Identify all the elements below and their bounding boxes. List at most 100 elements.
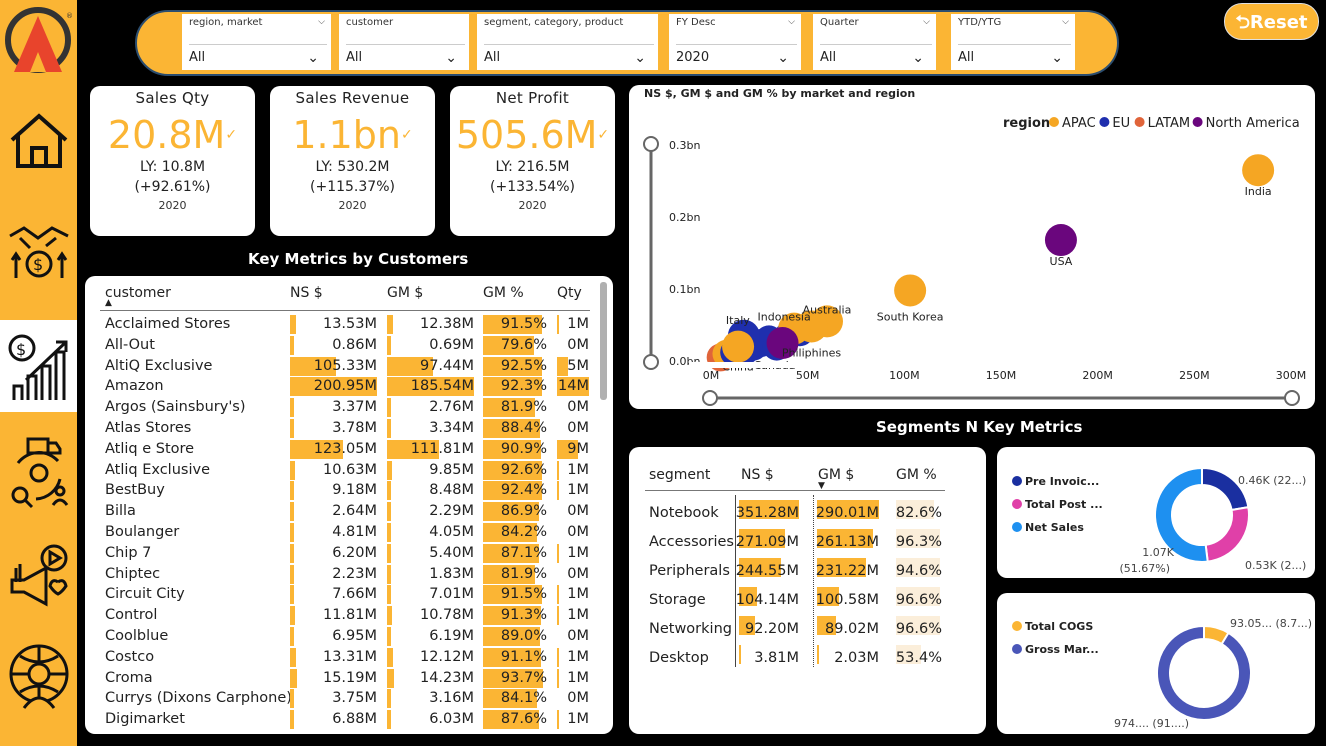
table-row[interactable]: Acclaimed Stores 13.53M 12.38M 91.5% 1M: [100, 314, 590, 335]
table-row[interactable]: Atliq e Store 123.05M 111.81M 90.9% 9M: [100, 439, 590, 460]
filter-quarter[interactable]: Quarter ⌵ All ⌄: [813, 14, 936, 70]
gm-cell: 185.54M: [387, 376, 474, 397]
filter-region-market[interactable]: region, market ⌵ All ⌄: [182, 14, 331, 70]
table-row[interactable]: Desktop 3.81M 2.03M 53.4%: [645, 640, 945, 668]
gm-bar: [387, 689, 391, 709]
filter-value[interactable]: All ⌄: [484, 44, 654, 70]
gmp-cell: 89.0%: [483, 626, 547, 646]
filter-value[interactable]: All ⌄: [958, 44, 1071, 70]
col-header-customer[interactable]: customer: [105, 285, 171, 305]
filter-value[interactable]: All ⌄: [189, 44, 327, 70]
filter-value[interactable]: All ⌄: [346, 44, 465, 70]
table-row[interactable]: Digimarket 6.88M 6.03M 87.6% 1M: [100, 709, 590, 730]
col-header-gmp[interactable]: GM %: [483, 285, 524, 305]
ns-cell: 3.37M: [290, 397, 377, 418]
gm-bar: [387, 606, 393, 626]
ns-cell: 351.28M: [736, 499, 799, 521]
nav-finance-icon[interactable]: $: [0, 205, 77, 297]
qty-cell: 0M: [557, 501, 589, 521]
gm-cell: 290.01M: [816, 499, 879, 521]
table-row[interactable]: Croma 15.19M 14.23M 93.7% 1M: [100, 668, 590, 689]
table-row[interactable]: Accessories 271.09M 261.13M 96.3%: [645, 524, 945, 552]
reset-button[interactable]: ⮌Reset: [1224, 3, 1319, 40]
filter-bar: region, market ⌵ All ⌄ customer All ⌄ segment…: [135, 10, 1119, 76]
nav-supply-chain-icon[interactable]: [0, 425, 77, 517]
segment-name: Storage: [649, 592, 706, 608]
table-row[interactable]: AltiQ Exclusive 105.33M 97.44M 92.5% 5M: [100, 356, 590, 377]
table-row[interactable]: Currys (Dixons Carphone) 3.75M 3.16M 84.1% 0…: [100, 688, 590, 709]
kpi-value: 1.1bn: [292, 113, 401, 157]
nav-sales-growth-icon[interactable]: $: [0, 320, 77, 412]
gm-cell: 14.23M: [387, 668, 474, 688]
gm-bar: [387, 481, 391, 501]
table-row[interactable]: Argos (Sainsbury's) 3.37M 2.76M 81.9% 0M: [100, 397, 590, 418]
table-row[interactable]: Notebook 351.28M 290.01M 82.6%: [645, 495, 945, 523]
nav-marketing-icon[interactable]: [0, 530, 77, 622]
x-tick-label: 300M: [1276, 369, 1307, 382]
table-row[interactable]: Atlas Stores 3.78M 3.34M 88.4% 0M: [100, 418, 590, 439]
col-header-segment[interactable]: segment: [649, 467, 710, 487]
table-row[interactable]: Coolblue 6.95M 6.19M 89.0% 0M: [100, 626, 590, 647]
col-header-gm[interactable]: GM $: [387, 285, 423, 305]
donut-slice: [1156, 624, 1252, 721]
table-row[interactable]: Boulanger 4.81M 4.05M 84.2% 0M: [100, 522, 590, 543]
gmp-cell: 92.5%: [483, 356, 547, 376]
ns-bar: [290, 481, 294, 501]
col-header-ns[interactable]: NS $: [290, 285, 323, 305]
kpi-last-year: LY: 216.5M: [495, 159, 570, 175]
filter-value[interactable]: All ⌄: [820, 44, 932, 70]
table-row[interactable]: BestBuy 9.18M 8.48M 92.4% 1M: [100, 480, 590, 501]
table-row[interactable]: Chip 7 6.20M 5.40M 87.1% 1M: [100, 543, 590, 564]
table-row[interactable]: All-Out 0.86M 0.69M 79.6% 0M: [100, 335, 590, 356]
table-row[interactable]: Circuit City 7.66M 7.01M 91.5% 1M: [100, 584, 590, 605]
gm-value: 7.01M: [429, 586, 474, 603]
ns-bar: [290, 647, 296, 667]
filter-label: segment, category, product: [484, 17, 624, 28]
table-row[interactable]: Control 11.81M 10.78M 91.3% 1M: [100, 605, 590, 626]
nav-home-icon[interactable]: [0, 95, 77, 187]
scrollbar[interactable]: [600, 282, 607, 400]
ns-value: 104.14M: [735, 592, 799, 608]
ns-cell: 13.31M: [290, 647, 377, 667]
table-row[interactable]: Atliq Exclusive 10.63M 9.85M 92.6% 1M: [100, 460, 590, 481]
filter-ytd-ytg[interactable]: YTD/YTG ⌵ All ⌄: [951, 14, 1075, 70]
customer-name: BestBuy: [105, 482, 165, 499]
filter-segment-category-product[interactable]: segment, category, product All ⌄: [477, 14, 658, 70]
qty-value: 1M: [567, 316, 589, 332]
qty-bar: [557, 460, 560, 480]
table-row[interactable]: Peripherals 244.55M 231.22M 94.6%: [645, 553, 945, 581]
qty-cell: 1M: [557, 647, 589, 667]
filter-fy-desc[interactable]: FY Desc ⌵ 2020 ⌄: [669, 14, 801, 70]
gm-cell: 3.16M: [387, 688, 474, 709]
gm-value: 1.83M: [429, 565, 474, 582]
gm-bar: [817, 645, 819, 664]
gmp-cell: 91.1%: [483, 647, 547, 667]
filter-customer[interactable]: customer All ⌄: [339, 14, 469, 70]
filter-label: FY Desc: [676, 17, 716, 28]
qty-cell: 0M: [557, 522, 589, 542]
col-header-ns[interactable]: NS $: [741, 467, 774, 487]
gm-bar: [387, 585, 391, 605]
col-header-qty[interactable]: Qty: [557, 285, 582, 305]
ns-cell: 3.75M: [290, 688, 377, 709]
col-header-gmp[interactable]: GM %: [896, 467, 937, 487]
gmp-value: 81.9%: [500, 399, 547, 416]
table-row[interactable]: Networking 92.20M 89.02M 96.6%: [645, 611, 945, 639]
gm-value: 100.58M: [815, 592, 879, 608]
nav-executive-icon[interactable]: [0, 630, 77, 722]
gm-bar: [387, 419, 391, 438]
table-row[interactable]: Billa 2.64M 2.29M 86.9% 0M: [100, 501, 590, 522]
filter-value[interactable]: 2020 ⌄: [676, 44, 797, 70]
table-row[interactable]: Amazon 200.95M 185.54M 92.3% 14M: [100, 376, 590, 397]
table-row[interactable]: Chiptec 2.23M 1.83M 81.9% 0M: [100, 564, 590, 585]
gm-cell: 261.13M: [816, 528, 879, 550]
table-row[interactable]: Costco 13.31M 12.12M 91.1% 1M: [100, 647, 590, 668]
gm-cell: 9.85M: [387, 460, 474, 480]
ns-value: 3.75M: [332, 690, 377, 707]
qty-cell: 0M: [557, 335, 589, 355]
table-row[interactable]: Storage 104.14M 100.58M 96.6%: [645, 582, 945, 610]
qty-value: 9M: [567, 440, 589, 457]
filter-value-text: All: [484, 50, 501, 65]
customer-name: Acclaimed Stores: [105, 316, 231, 332]
ns-cell: 200.95M: [290, 376, 377, 397]
